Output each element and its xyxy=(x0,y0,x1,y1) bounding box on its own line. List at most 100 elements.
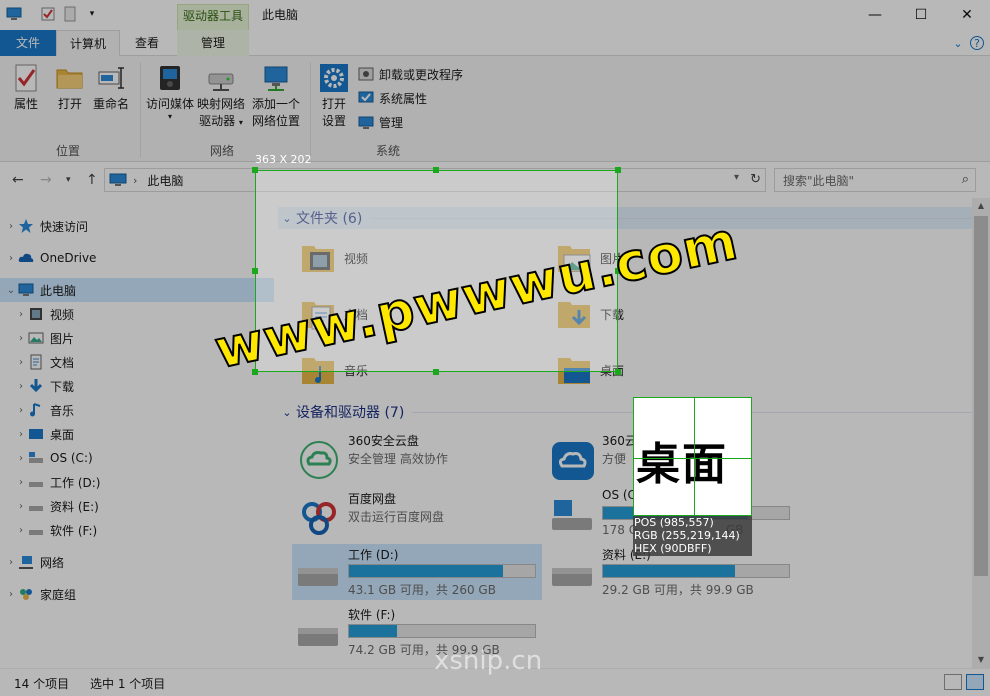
access-media-button[interactable]: 访问媒体 ▾ xyxy=(144,62,196,121)
resize-handle[interactable] xyxy=(615,167,621,173)
pixel-rgb: RGB (255,219,144) xyxy=(634,529,740,542)
tab-file[interactable]: 文件 xyxy=(0,30,56,56)
chevron-right-icon[interactable]: › xyxy=(4,589,18,600)
large-icons-view-icon[interactable] xyxy=(966,674,984,690)
tab-computer[interactable]: 计算机 xyxy=(56,30,120,56)
window-title: 此电脑 xyxy=(262,8,299,22)
access-media-label: 访问媒体 xyxy=(145,97,194,111)
open-settings-button[interactable]: 打开 设置 xyxy=(316,62,352,130)
chevron-right-icon[interactable]: › xyxy=(14,333,28,344)
chevron-right-icon[interactable]: › xyxy=(4,221,18,232)
title-bar: ▾ 驱动器工具 此电脑 — ☐ ✕ xyxy=(0,0,990,30)
drive-usage-bar xyxy=(602,564,790,578)
maximize-button[interactable]: ☐ xyxy=(898,0,944,30)
watermark-secondary: xsnip.cn xyxy=(434,646,543,676)
nav-item-os-c[interactable]: › OS (C:) xyxy=(0,446,274,470)
tab-manage[interactable]: 管理 xyxy=(177,30,249,56)
baidu-pan-icon xyxy=(302,502,336,535)
resize-handle[interactable] xyxy=(252,167,258,173)
nav-item-homegroup[interactable]: › 家庭组 xyxy=(0,582,274,606)
resize-handle[interactable] xyxy=(433,167,439,173)
computer-manage-icon xyxy=(358,116,374,129)
close-button[interactable]: ✕ xyxy=(944,0,990,30)
chevron-right-icon[interactable]: › xyxy=(14,501,28,512)
ribbon-separator xyxy=(310,62,311,158)
status-selected-count: 选中 1 个项目 xyxy=(90,677,166,691)
media-icon xyxy=(154,62,186,94)
drive-usage-bar xyxy=(348,564,536,578)
refresh-icon[interactable]: ↻ xyxy=(750,172,761,187)
chevron-right-icon[interactable]: › xyxy=(14,357,28,368)
nav-item-this-pc[interactable]: ⌄ 此电脑 xyxy=(0,278,274,302)
rename-button[interactable]: 重命名 xyxy=(90,62,132,113)
chevron-right-icon[interactable]: › xyxy=(14,453,28,464)
chevron-right-icon[interactable]: › xyxy=(14,429,28,440)
checkmark-icon[interactable] xyxy=(40,6,56,22)
details-view-icon[interactable] xyxy=(944,674,962,690)
nav-item-work-d[interactable]: › 工作 (D:) xyxy=(0,470,274,494)
recent-locations-chevron-icon[interactable]: ▾ xyxy=(66,175,71,185)
drive-usage-fill xyxy=(349,565,504,577)
open-button[interactable]: 打开 xyxy=(52,62,88,113)
help-icon[interactable]: ? xyxy=(970,36,984,50)
vertical-scrollbar[interactable]: ▲ ▼ xyxy=(972,198,990,668)
up-arrow-icon[interactable]: ↑ xyxy=(86,172,98,188)
nav-item-music[interactable]: › 音乐 xyxy=(0,398,274,422)
tab-view[interactable]: 查看 xyxy=(122,30,172,56)
minimize-button[interactable]: — xyxy=(852,0,898,30)
group-header-devices[interactable]: ⌄ 设备和驱动器 (7) xyxy=(278,401,972,423)
open-settings-label-1: 打开 xyxy=(321,97,346,111)
blank-doc-icon[interactable] xyxy=(62,6,78,22)
chevron-right-icon[interactable]: › xyxy=(4,557,18,568)
manage-button[interactable]: 管理 xyxy=(358,112,403,132)
nav-item-onedrive[interactable]: › OneDrive xyxy=(0,246,274,270)
back-arrow-icon[interactable]: ← xyxy=(12,172,24,188)
chevron-right-icon[interactable]: › xyxy=(14,525,28,536)
chevron-right-icon[interactable]: › xyxy=(4,253,18,264)
address-dropdown-icon[interactable]: ▾ xyxy=(734,172,739,183)
nav-item-network[interactable]: › 网络 xyxy=(0,550,274,574)
chevron-down-icon[interactable]: ⌄ xyxy=(278,406,296,419)
drive-icon xyxy=(552,568,592,586)
scroll-down-icon[interactable]: ▼ xyxy=(972,652,990,668)
scroll-thumb[interactable] xyxy=(974,216,988,576)
nav-item-soft-f[interactable]: › 软件 (F:) xyxy=(0,518,274,542)
device-item-360-cloud[interactable]: 360安全云盘 安全管理 高效协作 xyxy=(292,430,542,486)
device-item-work-d[interactable]: 工作 (D:) 43.1 GB 可用，共 260 GB xyxy=(292,544,542,600)
system-properties-button[interactable]: 系统属性 xyxy=(358,88,427,108)
pc-icon xyxy=(109,173,127,186)
add-network-location-button[interactable]: 添加一个 网络位置 xyxy=(250,62,302,130)
rename-label: 重命名 xyxy=(92,97,129,111)
search-icon[interactable]: ⌕ xyxy=(962,172,969,187)
device-item-baidu[interactable]: 百度网盘 双击运行百度网盘 xyxy=(292,488,542,544)
resize-handle[interactable] xyxy=(433,369,439,375)
search-input[interactable]: 搜索"此电脑" ⌕ xyxy=(774,168,976,192)
system-drive-icon xyxy=(552,500,592,530)
nav-item-data-e[interactable]: › 资料 (E:) xyxy=(0,494,274,518)
nav-label: 网络 xyxy=(40,555,65,570)
uninstall-button[interactable]: 卸载或更改程序 xyxy=(358,64,463,84)
scroll-up-icon[interactable]: ▲ xyxy=(972,198,990,214)
homegroup-icon xyxy=(20,589,32,600)
resize-handle[interactable] xyxy=(615,369,621,375)
chevron-right-icon[interactable]: › xyxy=(14,381,28,392)
chevron-right-icon[interactable]: › xyxy=(14,477,28,488)
document-icon xyxy=(30,354,42,370)
system-drive-icon xyxy=(29,452,43,463)
properties-button[interactable]: 属性 xyxy=(8,62,44,113)
map-drive-button[interactable]: 映射网络 驱动器 ▾ xyxy=(196,62,246,131)
chevron-right-icon[interactable]: › xyxy=(14,309,28,320)
breadcrumb-this-pc[interactable]: 此电脑 xyxy=(147,172,183,189)
drive-usage-fill xyxy=(603,565,736,577)
forward-arrow-icon[interactable]: → xyxy=(40,172,52,188)
nav-label: 家庭组 xyxy=(40,587,77,602)
dropdown-icon[interactable]: ▾ xyxy=(84,6,100,22)
nav-item-quick-access[interactable]: › 快速访问 xyxy=(0,214,274,238)
collapse-ribbon-icon[interactable]: ⌄ xyxy=(950,35,966,51)
capture-size-label: 363 X 202 xyxy=(255,153,312,166)
resize-handle[interactable] xyxy=(252,268,258,274)
pc-icon[interactable] xyxy=(6,6,22,22)
chevron-down-icon[interactable]: ⌄ xyxy=(4,285,18,296)
nav-item-desktop[interactable]: › 桌面 xyxy=(0,422,274,446)
chevron-right-icon[interactable]: › xyxy=(14,405,28,416)
